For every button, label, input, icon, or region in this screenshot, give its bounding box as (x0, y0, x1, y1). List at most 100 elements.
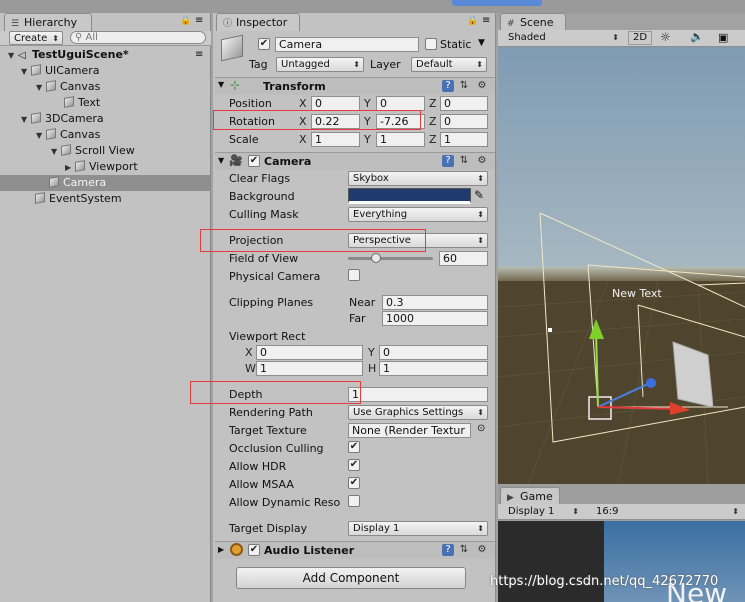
help-icon[interactable]: ? (442, 80, 454, 92)
help-icon[interactable]: ? (442, 544, 454, 556)
audio-listener-enabled-checkbox[interactable]: ✔ (248, 544, 260, 556)
lock-icon[interactable]: 🔒 (180, 16, 191, 26)
shading-dropdown[interactable]: Shaded (504, 31, 622, 46)
hierarchy-item-canvas[interactable]: ▼ Canvas (0, 79, 210, 95)
panel-menu-icon[interactable]: ≡ (195, 15, 203, 26)
play-controls[interactable] (452, 0, 542, 6)
hierarchy-item-camera[interactable]: Camera (0, 175, 210, 191)
viewport-y-field[interactable]: 0 (379, 345, 488, 360)
tab-hierarchy[interactable]: ☰ Hierarchy (4, 13, 92, 31)
hierarchy-item-scroll-view[interactable]: ▼ Scroll View (0, 143, 210, 159)
gear-icon[interactable]: ⚙ (476, 155, 488, 167)
hierarchy-item-3dcamera[interactable]: ▼ 3DCamera (0, 111, 210, 127)
clear-flags-dropdown[interactable]: Skybox (348, 171, 488, 186)
physical-camera-checkbox[interactable] (348, 269, 360, 281)
hierarchy-item-text[interactable]: Text (0, 95, 210, 111)
rendering-path-dropdown[interactable]: Use Graphics Settings (348, 405, 488, 420)
game-display-dropdown[interactable]: Display 1 (504, 505, 582, 520)
create-dropdown[interactable]: Create (9, 31, 63, 45)
hierarchy-item-eventsystem[interactable]: EventSystem (0, 191, 210, 207)
gear-icon[interactable]: ⚙ (476, 544, 488, 556)
culling-mask-dropdown[interactable]: Everything (348, 207, 488, 222)
expand-arrow-icon[interactable]: ▼ (8, 48, 18, 64)
gameobject-icon (31, 112, 41, 124)
layer-dropdown[interactable]: Default (411, 57, 487, 72)
expand-arrow-icon[interactable]: ▼ (36, 80, 46, 96)
background-label: Background (229, 190, 295, 203)
expand-arrow-icon[interactable]: ▼ (21, 112, 31, 128)
expand-arrow-icon[interactable]: ▼ (36, 128, 46, 144)
foldout-arrow-icon[interactable]: ▼ (218, 80, 224, 89)
position-y-field[interactable]: 0 (376, 96, 425, 111)
allow-hdr-checkbox[interactable]: ✔ (348, 459, 360, 471)
hierarchy-search[interactable]: ⚲ All (70, 31, 206, 44)
background-color-field[interactable] (348, 188, 471, 204)
scale-z-field[interactable]: 1 (440, 132, 488, 147)
expand-arrow-icon[interactable]: ▼ (51, 144, 61, 160)
object-active-checkbox[interactable]: ✔ (258, 38, 270, 50)
target-display-dropdown[interactable]: Display 1 (348, 521, 488, 536)
info-icon: ⓘ (223, 19, 233, 29)
hierarchy-item-canvas-2[interactable]: ▼ Canvas (0, 127, 210, 143)
preset-icon[interactable]: ⇅ (458, 544, 470, 556)
add-component-button[interactable]: Add Component (236, 567, 466, 589)
lock-icon[interactable]: 🔒 (467, 16, 478, 26)
audio-icon[interactable]: 🔈 (690, 30, 704, 43)
target-texture-field[interactable]: None (Render Textur (348, 423, 471, 438)
scene-menu-icon[interactable]: ≡ (195, 49, 203, 60)
depth-field[interactable]: 1 (348, 387, 488, 402)
rendering-path-label: Rendering Path (229, 406, 313, 419)
axis-x-label: X (299, 97, 307, 110)
transform-title: Transform (263, 80, 326, 93)
mode-2d-button[interactable]: 2D (628, 31, 652, 45)
rotation-z-field[interactable]: 0 (440, 114, 488, 129)
preset-icon[interactable]: ⇅ (458, 80, 470, 92)
camera-enabled-checkbox[interactable]: ✔ (248, 155, 260, 167)
static-dropdown-icon[interactable]: ▼ (478, 38, 485, 48)
object-name-field[interactable]: Camera (275, 37, 419, 52)
scale-x-field[interactable]: 1 (311, 132, 360, 147)
tab-scene[interactable]: # Scene (500, 13, 566, 31)
fov-field[interactable]: 60 (439, 251, 488, 266)
collapse-arrow-icon[interactable]: ▶ (65, 160, 75, 176)
viewport-x-field[interactable]: 0 (256, 345, 363, 360)
preset-icon[interactable]: ⇅ (458, 155, 470, 167)
game-viewport[interactable]: New (498, 521, 745, 602)
tag-dropdown[interactable]: Untagged (276, 57, 364, 72)
axis-z-label: Z (429, 115, 437, 128)
position-x-field[interactable]: 0 (311, 96, 360, 111)
near-field[interactable]: 0.3 (382, 295, 488, 310)
foldout-arrow-icon[interactable]: ▶ (218, 545, 224, 554)
scene-viewport[interactable]: New Text (498, 47, 745, 484)
panel-menu-icon[interactable]: ≡ (482, 15, 490, 26)
eyedropper-icon[interactable]: ✎ (474, 188, 484, 202)
add-component-label: Add Component (302, 571, 400, 585)
viewport-w-field[interactable]: 1 (256, 361, 363, 376)
tab-inspector[interactable]: ⓘ Inspector (216, 13, 300, 31)
effects-icon[interactable]: ▣ (718, 31, 728, 44)
scale-y-field[interactable]: 1 (376, 132, 425, 147)
far-field[interactable]: 1000 (382, 311, 488, 326)
fov-slider-track[interactable] (348, 257, 433, 260)
fov-slider-thumb[interactable] (371, 253, 382, 263)
allow-dynamic-resolution-checkbox[interactable] (348, 495, 360, 507)
occlusion-culling-checkbox[interactable]: ✔ (348, 441, 360, 453)
help-icon[interactable]: ? (442, 155, 454, 167)
allow-msaa-checkbox[interactable]: ✔ (348, 477, 360, 489)
hierarchy-item-viewport[interactable]: ▶ Viewport (0, 159, 210, 175)
viewport-h-field[interactable]: 1 (379, 361, 488, 376)
hierarchy-item-uicamera[interactable]: ▼ UICamera (0, 63, 210, 79)
gear-icon[interactable]: ⚙ (476, 80, 488, 92)
mode-2d-label: 2D (632, 32, 648, 43)
fov-label: Field of View (229, 252, 299, 265)
expand-arrow-icon[interactable]: ▼ (21, 64, 31, 80)
lighting-icon[interactable]: ☼ (660, 30, 671, 44)
scene-row[interactable]: ▼ ◁ TestUguiScene* (0, 47, 210, 63)
tab-game[interactable]: ▶ Game (500, 487, 560, 505)
object-picker-icon[interactable]: ⊙ (477, 423, 485, 434)
game-aspect-dropdown[interactable]: 16:9 (592, 505, 742, 520)
static-checkbox[interactable] (425, 38, 437, 50)
axis-y-label: Y (364, 133, 371, 146)
foldout-arrow-icon[interactable]: ▼ (218, 156, 224, 165)
position-z-field[interactable]: 0 (440, 96, 488, 111)
